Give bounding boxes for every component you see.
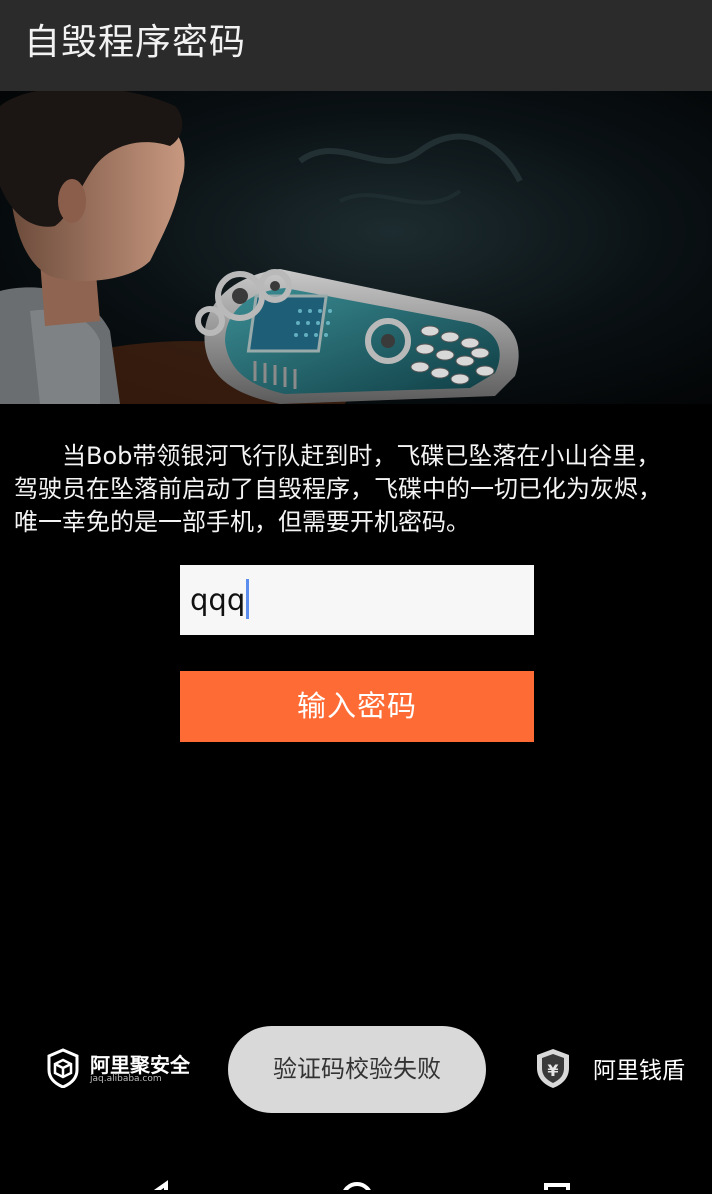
banner-image (0, 91, 712, 404)
recents-square-icon[interactable] (544, 1183, 570, 1194)
left-logo-url: jaq.alibaba.com (90, 1074, 162, 1084)
back-triangle-icon[interactable] (146, 1180, 168, 1194)
app-title: 自毁程序密码 (24, 22, 247, 63)
home-circle-icon[interactable] (341, 1182, 373, 1194)
navigation-bar (0, 1160, 712, 1194)
password-value: qqq (190, 583, 246, 617)
alibaba-qiandun-logo: ¥ 阿里钱盾 (533, 1046, 703, 1090)
right-logo-name: 阿里钱盾 (593, 1058, 685, 1084)
text-caret (246, 579, 250, 619)
action-bar: 自毁程序密码 (0, 0, 712, 91)
password-input[interactable]: qqq (180, 565, 534, 635)
alibaba-security-logo: 阿里聚安全 jaq.alibaba.com (46, 1046, 196, 1090)
svg-text:¥: ¥ (547, 1061, 558, 1080)
shield-box-icon (47, 1048, 79, 1088)
toast-message: 验证码校验失败 (228, 1026, 486, 1113)
story-text: 当Bob带领银河飞行队赶到时，飞碟已坠落在小山谷里，驾驶员在坠落前启动了自毁程序… (14, 442, 662, 536)
shield-yen-icon: ¥ (537, 1049, 569, 1088)
enter-password-button[interactable]: 输入密码 (180, 671, 534, 742)
